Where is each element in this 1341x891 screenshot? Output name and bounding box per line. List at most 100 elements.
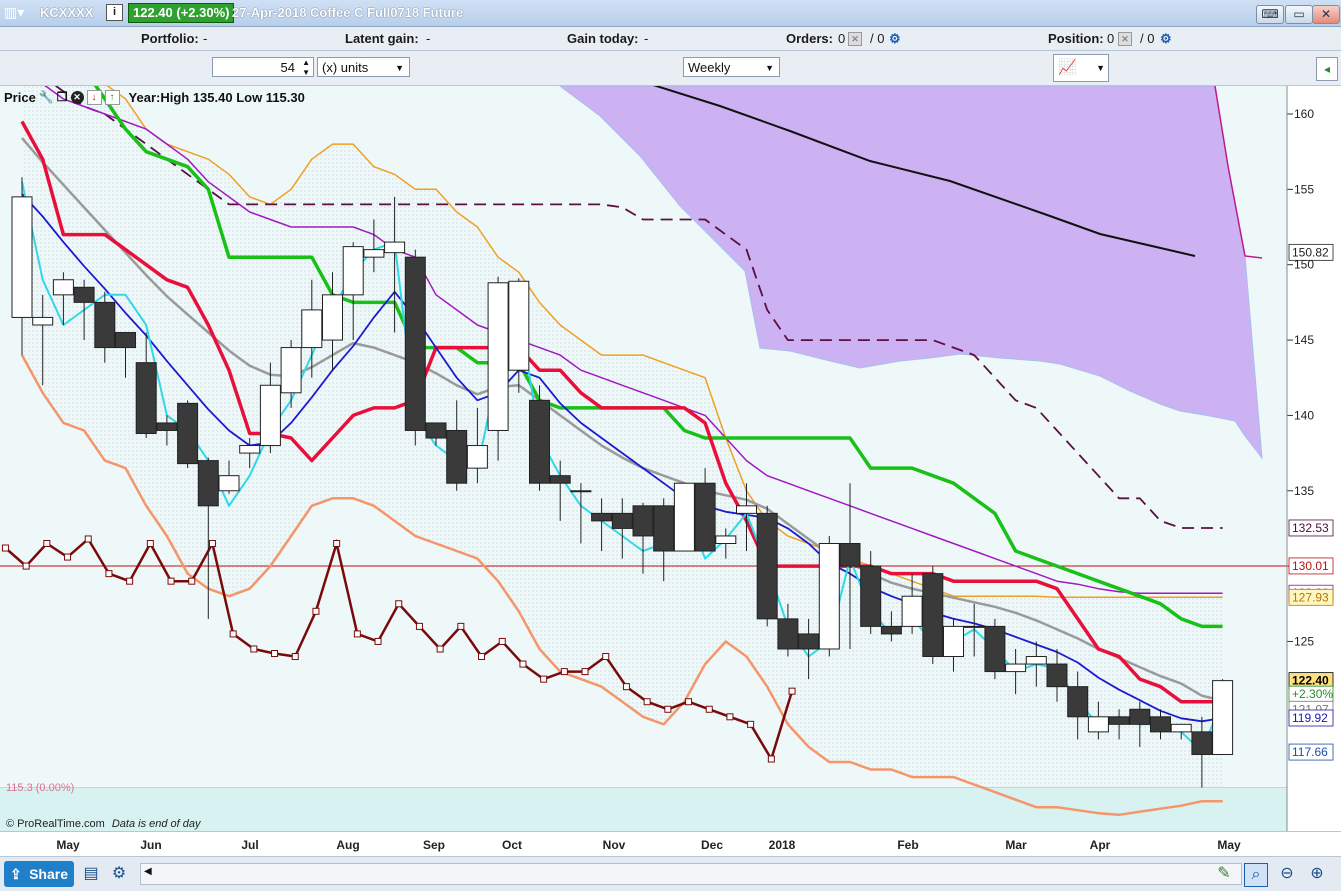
candle-body[interactable]	[115, 332, 136, 349]
ticker-label[interactable]: KCXXXX	[40, 5, 93, 20]
candle-body[interactable]	[901, 595, 923, 627]
save-icon[interactable]: ▤	[80, 863, 102, 885]
candle-body[interactable]	[777, 618, 799, 650]
candle-body[interactable]	[301, 309, 323, 349]
candle-body[interactable]	[839, 542, 861, 567]
candle-body[interactable]	[94, 301, 116, 349]
candle-body[interactable]	[632, 505, 654, 537]
candle-body[interactable]	[322, 294, 343, 341]
candle-body[interactable]	[1087, 716, 1109, 733]
close-icon[interactable]: ✕	[70, 90, 84, 104]
horizontal-scrollbar[interactable]: ◀	[140, 863, 1242, 885]
chart-toolbar: 54 ▲ ▼ (x) units ▼ Weekly ▼ 📈 ▼ ◂	[0, 51, 1341, 86]
candle-body[interactable]	[880, 625, 902, 635]
candle-body[interactable]	[818, 542, 840, 650]
candle-body[interactable]	[860, 565, 882, 627]
candle-body[interactable]	[529, 399, 550, 484]
price-chart[interactable]: 125130135140145150155160150.82132.53130.…	[0, 0, 1341, 856]
candle-body[interactable]	[73, 286, 95, 303]
candle-body[interactable]	[736, 505, 757, 514]
candle-body[interactable]	[156, 422, 178, 431]
candle-body[interactable]	[798, 633, 820, 650]
candle-body[interactable]	[715, 535, 737, 544]
candle-body[interactable]	[1191, 731, 1213, 755]
y-tick-label: 160	[1294, 107, 1314, 121]
candle-body[interactable]	[52, 279, 74, 296]
candle-body[interactable]	[694, 482, 716, 552]
units-value: 54	[280, 60, 295, 75]
info-icon[interactable]: i	[106, 4, 123, 21]
move-up-icon[interactable]: ↑	[104, 89, 120, 105]
candle-body[interactable]	[384, 241, 406, 254]
side-panel-toggle-icon[interactable]: ◂	[1316, 57, 1338, 81]
candle-body[interactable]	[984, 625, 1006, 673]
candle-body[interactable]	[135, 362, 157, 434]
candle-body[interactable]	[756, 512, 778, 620]
candle-body[interactable]	[239, 445, 261, 454]
candle-body[interactable]	[570, 490, 592, 493]
orders-settings-icon[interactable]: ⚙	[889, 31, 901, 47]
candle-body[interactable]	[673, 482, 695, 552]
price-tag-label: 127.93	[1292, 590, 1329, 604]
chart-svg[interactable]: 125130135140145150155160150.82132.53130.…	[0, 0, 1341, 856]
candle-body[interactable]	[1170, 723, 1192, 733]
candle-body[interactable]	[1067, 686, 1089, 718]
candle-body[interactable]	[1150, 716, 1171, 733]
zoom-out-icon[interactable]: ⊖	[1276, 863, 1298, 885]
candle-body[interactable]	[1212, 680, 1234, 755]
candle-body[interactable]	[280, 347, 302, 394]
candle-body[interactable]	[922, 573, 944, 658]
wrench-icon[interactable]: 🔧	[39, 90, 54, 104]
candle-body[interactable]	[1108, 716, 1130, 725]
candle-body[interactable]	[653, 505, 675, 552]
portfolio-value: -	[203, 31, 208, 46]
candle-body[interactable]	[342, 246, 364, 296]
candle-body[interactable]	[549, 475, 571, 484]
candle-body[interactable]	[591, 512, 613, 522]
minimize-button[interactable]: ▭	[1285, 5, 1313, 24]
keyboard-icon[interactable]: ⌨	[1256, 5, 1284, 24]
candle-body[interactable]	[487, 282, 509, 431]
candle-body[interactable]	[1005, 663, 1027, 673]
oscillator-point	[519, 660, 527, 668]
oscillator-point	[105, 570, 113, 578]
units-stepper-icon[interactable]: ▲ ▼	[302, 58, 310, 78]
period-select[interactable]: Weekly ▼	[683, 57, 780, 77]
candle-body[interactable]	[425, 422, 447, 439]
scroll-left-icon[interactable]: ◀	[144, 866, 152, 877]
candle-body[interactable]	[466, 445, 488, 469]
candle-body[interactable]	[1025, 656, 1047, 665]
candle-body[interactable]	[363, 249, 385, 258]
candle-body[interactable]	[508, 280, 530, 371]
candle-body[interactable]	[1046, 663, 1068, 688]
indicator-menu-button[interactable]: 📈 ▼	[1053, 54, 1109, 82]
candle-body[interactable]	[197, 460, 219, 507]
window-icon[interactable]: ❐	[57, 90, 68, 104]
pencil-tool-icon[interactable]: ✎	[1213, 863, 1235, 885]
candle-body[interactable]	[963, 625, 985, 628]
settings-icon[interactable]: ⚙	[108, 863, 130, 885]
candle-body[interactable]	[11, 196, 33, 318]
candle-body[interactable]	[943, 625, 964, 658]
position-settings-icon[interactable]: ⚙	[1160, 31, 1172, 47]
candle-body[interactable]	[1129, 708, 1151, 725]
candle-body[interactable]	[218, 475, 240, 492]
position-cancel-icon[interactable]: ✕	[1118, 32, 1132, 46]
move-down-icon[interactable]: ↓	[86, 89, 102, 105]
candle-body[interactable]	[177, 402, 199, 465]
candle-body[interactable]	[446, 429, 468, 484]
x-tick-label: Mar	[1005, 838, 1027, 852]
units-select[interactable]: (x) units ▼	[317, 57, 410, 77]
price-tag-label: +2.30%	[1292, 687, 1333, 701]
close-button[interactable]: ✕	[1312, 5, 1340, 24]
zoom-select-icon[interactable]: ⌕	[1244, 863, 1268, 887]
zoom-in-icon[interactable]: ⊕	[1306, 863, 1328, 885]
candle-body[interactable]	[259, 384, 281, 447]
chart-type-icon[interactable]: ▥▾	[4, 4, 24, 21]
candle-body[interactable]	[404, 256, 426, 431]
orders-cancel-icon[interactable]: ✕	[848, 32, 862, 46]
share-button[interactable]: ⇪ Share	[4, 861, 74, 887]
candle-body[interactable]	[32, 316, 54, 326]
candle-body[interactable]	[611, 512, 633, 529]
units-input[interactable]: 54 ▲ ▼	[212, 57, 314, 77]
